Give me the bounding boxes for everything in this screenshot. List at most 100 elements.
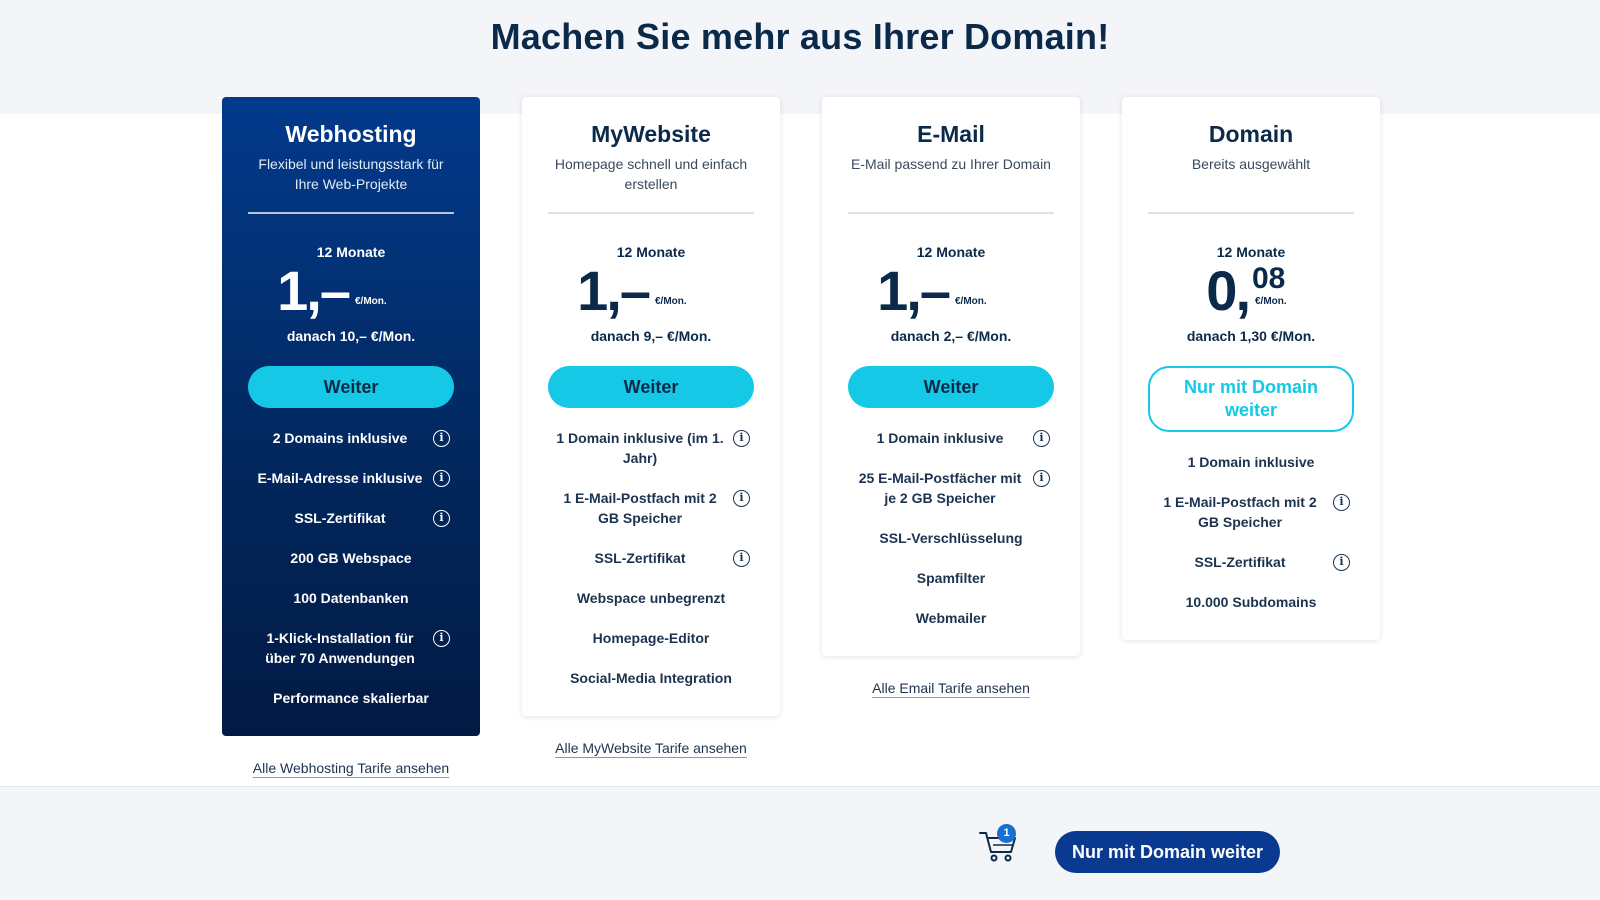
feature-item: Webmailer bbox=[846, 598, 1056, 638]
feature-item: Performance skalierbar bbox=[246, 678, 456, 718]
feature-item: Spamfilter bbox=[846, 558, 1056, 598]
feature-item: Webspace unbegrenzt bbox=[546, 578, 756, 618]
page-title: Machen Sie mehr aus Ihrer Domain! bbox=[490, 16, 1110, 57]
feature-label: 100 Datenbanken bbox=[293, 590, 409, 606]
price-after: danach 1,30 €/Mon. bbox=[1186, 328, 1316, 344]
plan-card-webhosting: Webhosting Flexibel und leistungsstark f… bbox=[222, 97, 480, 736]
feature-label: SSL-Zertifikat bbox=[1194, 554, 1286, 570]
divider bbox=[548, 212, 754, 214]
price-main: 1,– bbox=[577, 259, 651, 322]
info-icon[interactable]: i bbox=[433, 510, 450, 527]
feature-list: 1 Domain inklusive 1 E-Mail-Postfach mit… bbox=[1122, 442, 1380, 640]
feature-label: E-Mail-Adresse inklusive bbox=[257, 470, 423, 486]
plan-card-mywebsite: MyWebsite Homepage schnell und einfach e… bbox=[522, 97, 780, 716]
plan-price: 1,– €/Mon. bbox=[222, 262, 480, 320]
feature-item: SSL-Zertifikat i bbox=[1146, 542, 1356, 582]
plan-term: 12 Monate bbox=[616, 244, 686, 260]
info-icon[interactable]: i bbox=[1333, 554, 1350, 571]
divider bbox=[848, 212, 1054, 214]
plan-term: 12 Monate bbox=[1216, 244, 1286, 260]
feature-label: Performance skalierbar bbox=[273, 690, 429, 706]
feature-label: 1 Domain inklusive bbox=[876, 430, 1004, 446]
feature-item: SSL-Verschlüsselung bbox=[846, 518, 1056, 558]
feature-item: 1 Domain inklusive (im 1. Jahr) i bbox=[546, 418, 756, 478]
plan-subtitle: Bereits ausgewählt bbox=[1191, 156, 1311, 172]
feature-item: 1-Klick-Installation für über 70 Anwendu… bbox=[246, 618, 456, 678]
plan-term: 12 Monate bbox=[316, 244, 386, 260]
price-after: danach 2,– €/Mon. bbox=[890, 328, 1012, 344]
price-main: 0, bbox=[1206, 259, 1251, 322]
all-webhosting-link[interactable]: Alle Webhosting Tarife ansehen bbox=[222, 760, 480, 776]
plan-card-email: E-Mail E-Mail passend zu Ihrer Domain 12… bbox=[822, 97, 1080, 656]
plan-price: 1,– €/Mon. bbox=[522, 262, 780, 320]
feature-label: SSL-Zertifikat bbox=[594, 550, 686, 566]
domain-only-checkout-button[interactable]: Nur mit Domain weiter bbox=[1055, 831, 1280, 873]
price-unit: €/Mon. bbox=[955, 296, 987, 307]
price-unit: €/Mon. bbox=[355, 296, 387, 307]
info-icon[interactable]: i bbox=[433, 430, 450, 447]
feature-label: Homepage-Editor bbox=[592, 630, 710, 646]
price-main: 1,– bbox=[877, 259, 951, 322]
price-cents: 08 bbox=[1252, 262, 1286, 295]
info-icon[interactable]: i bbox=[733, 430, 750, 447]
feature-item: Homepage-Editor bbox=[546, 618, 756, 658]
price-after: danach 10,– €/Mon. bbox=[286, 328, 416, 344]
feature-label: Social-Media Integration bbox=[570, 670, 732, 686]
info-icon[interactable]: i bbox=[433, 630, 450, 647]
feature-item: 1 Domain inklusive bbox=[1146, 442, 1356, 482]
divider bbox=[248, 212, 454, 214]
feature-label: 1 Domain inklusive bbox=[1187, 454, 1315, 470]
feature-item: 1 E-Mail-Postfach mit 2 GB Speicher i bbox=[1146, 482, 1356, 542]
plan-title: Domain bbox=[1208, 121, 1294, 147]
feature-item: 10.000 Subdomains bbox=[1146, 582, 1356, 622]
feature-list: 1 Domain inklusive (im 1. Jahr) i 1 E-Mai… bbox=[522, 418, 780, 716]
plan-subtitle: E-Mail passend zu Ihrer Domain bbox=[851, 156, 1051, 172]
divider bbox=[1148, 212, 1354, 214]
feature-label: Webspace unbegrenzt bbox=[576, 590, 726, 606]
info-icon[interactable]: i bbox=[433, 470, 450, 487]
info-icon[interactable]: i bbox=[1033, 430, 1050, 447]
plan-price: 1,– €/Mon. bbox=[822, 262, 1080, 320]
feature-label: SSL-Verschlüsselung bbox=[879, 530, 1023, 546]
plan-term: 12 Monate bbox=[916, 244, 986, 260]
plan-card-domain: Domain Bereits ausgewählt 12 Monate 0, 0… bbox=[1122, 97, 1380, 640]
feature-item: SSL-Zertifikat i bbox=[546, 538, 756, 578]
feature-label: Webmailer bbox=[915, 610, 987, 626]
feature-label: 200 GB Webspace bbox=[290, 550, 412, 566]
domain-only-continue-button[interactable]: Nur mit Domain weiter bbox=[1148, 366, 1354, 432]
feature-label: 25 E-Mail-Postfächer mit je 2 GB Speiche… bbox=[858, 470, 1022, 506]
price-after: danach 9,– €/Mon. bbox=[590, 328, 712, 344]
feature-label: 10.000 Subdomains bbox=[1185, 594, 1317, 610]
feature-item: 2 Domains inklusive i bbox=[246, 418, 456, 458]
feature-label: 2 Domains inklusive bbox=[272, 430, 408, 446]
feature-label: 1 E-Mail-Postfach mit 2 GB Speicher bbox=[563, 490, 717, 526]
info-icon[interactable]: i bbox=[1033, 470, 1050, 487]
feature-item: 1 E-Mail-Postfach mit 2 GB Speicher i bbox=[546, 478, 756, 538]
info-icon[interactable]: i bbox=[733, 490, 750, 507]
continue-button-webhosting[interactable]: Weiter bbox=[248, 366, 454, 408]
feature-item: E-Mail-Adresse inklusive i bbox=[246, 458, 456, 498]
feature-item: 200 GB Webspace bbox=[246, 538, 456, 578]
feature-item: SSL-Zertifikat i bbox=[246, 498, 456, 538]
feature-item: 1 Domain inklusive i bbox=[846, 418, 1056, 458]
feature-label: 1 Domain inklusive (im 1. Jahr) bbox=[556, 430, 724, 466]
price-main: 1,– bbox=[277, 259, 351, 322]
continue-button-mywebsite[interactable]: Weiter bbox=[548, 366, 754, 408]
all-mywebsite-link[interactable]: Alle MyWebsite Tarife ansehen bbox=[522, 740, 780, 756]
continue-button-email[interactable]: Weiter bbox=[848, 366, 1054, 408]
feature-item: 100 Datenbanken bbox=[246, 578, 456, 618]
cart-count-badge: 1 bbox=[997, 824, 1016, 843]
price-unit: €/Mon. bbox=[1255, 296, 1287, 307]
feature-list: 2 Domains inklusive i E-Mail-Adresse inkl… bbox=[222, 418, 480, 736]
info-icon[interactable]: i bbox=[1333, 494, 1350, 511]
feature-label: 1 E-Mail-Postfach mit 2 GB Speicher bbox=[1163, 494, 1317, 530]
checkout-bar bbox=[0, 786, 1600, 900]
feature-item: 25 E-Mail-Postfächer mit je 2 GB Speiche… bbox=[846, 458, 1056, 518]
plan-price: 0, 08 €/Mon. bbox=[1122, 262, 1380, 320]
plan-subtitle: Flexibel und leistungsstark für Ihre Web… bbox=[258, 156, 444, 192]
plan-subtitle: Homepage schnell und einfach erstellen bbox=[554, 156, 748, 192]
info-icon[interactable]: i bbox=[733, 550, 750, 567]
plan-title: Webhosting bbox=[285, 121, 417, 147]
all-email-link[interactable]: Alle Email Tarife ansehen bbox=[822, 680, 1080, 696]
feature-label: SSL-Zertifikat bbox=[294, 510, 386, 526]
